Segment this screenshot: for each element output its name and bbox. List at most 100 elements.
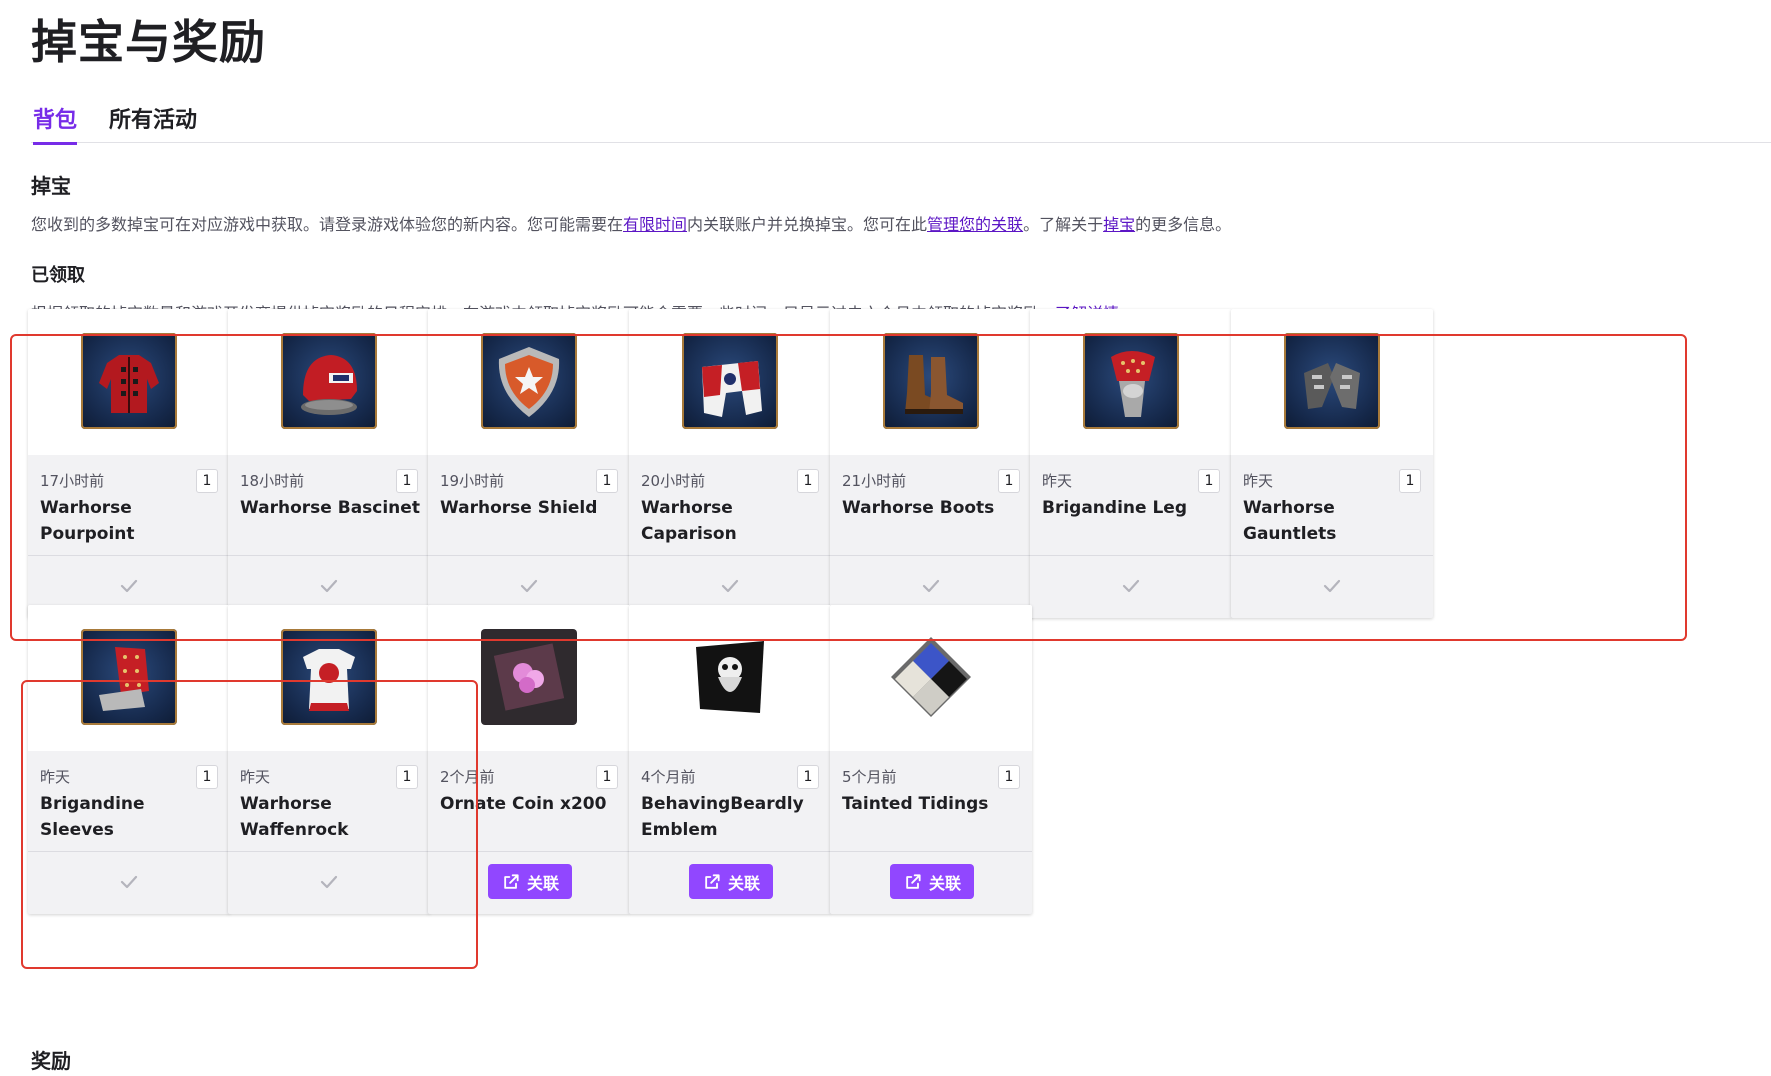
drop-name: Warhorse Bascinet [240, 498, 420, 518]
drop-name: Warhorse Waffenrock [240, 794, 349, 840]
connect-button[interactable]: 关联 [488, 864, 572, 899]
drop-card-footer [228, 851, 430, 914]
drops-description: 您收到的多数掉宝可在对应游戏中获取。请登录游戏体验您的新内容。您可能需要在有限时… [31, 215, 1232, 234]
drop-thumbnail [28, 605, 230, 751]
drop-thumbnail [830, 605, 1032, 751]
check-icon [922, 579, 940, 593]
drop-claimed-time: 4个月前 [641, 768, 696, 786]
drop-card: 昨天 1 Warhorse Waffenrock [228, 605, 430, 914]
rewards-section-title: 奖励 [31, 1049, 71, 1073]
bascinet-icon [281, 333, 377, 429]
brigandine-sleeves-icon [81, 629, 177, 725]
boots-icon [883, 333, 979, 429]
check-icon [520, 579, 538, 593]
drop-claimed-time: 18小时前 [240, 472, 305, 490]
drop-name: Brigandine Leg [1042, 498, 1187, 518]
drop-card: 19小时前 1 Warhorse Shield [428, 309, 630, 618]
check-icon [1323, 579, 1341, 593]
drop-card: 17小时前 1 Warhorse Pourpoint [28, 309, 230, 618]
drop-card: 5个月前 1 Tainted Tidings 关联 [830, 605, 1032, 914]
brigandine-leg-icon [1083, 333, 1179, 429]
drop-quantity-badge: 1 [396, 469, 418, 493]
check-icon [120, 875, 138, 889]
drop-claimed-time: 21小时前 [842, 472, 907, 490]
drop-thumbnail [830, 309, 1032, 455]
drop-thumbnail [629, 605, 831, 751]
drop-card-footer: 关联 [428, 851, 630, 914]
drop-name: Warhorse Shield [440, 498, 598, 518]
external-link-icon [906, 873, 921, 889]
drop-name: Ornate Coin x200 [440, 794, 607, 814]
connect-button-label: 关联 [727, 873, 760, 893]
check-icon [120, 579, 138, 593]
drop-quantity-badge: 1 [797, 765, 819, 789]
drop-quantity-badge: 1 [797, 469, 819, 493]
drop-claimed-time: 2个月前 [440, 768, 495, 786]
drop-card-footer: 关联 [629, 851, 831, 914]
ornate-coin-icon [481, 629, 577, 725]
drop-quantity-badge: 1 [998, 765, 1020, 789]
limited-time-link[interactable]: 有限时间 [623, 215, 687, 234]
drop-claimed-time: 17小时前 [40, 472, 105, 490]
drop-thumbnail [428, 605, 630, 751]
gauntlets-icon [1284, 333, 1380, 429]
drop-card: 20小时前 1 Warhorse Caparison [629, 309, 831, 618]
connect-button[interactable]: 关联 [890, 864, 974, 899]
external-link-icon [504, 873, 519, 889]
drop-claimed-time: 19小时前 [440, 472, 505, 490]
drop-thumbnail [28, 309, 230, 455]
drop-claimed-time: 昨天 [40, 768, 71, 786]
shield-icon [481, 333, 577, 429]
drop-claimed-time: 昨天 [1042, 472, 1073, 490]
drop-card: 昨天 1 Brigandine Sleeves [28, 605, 230, 914]
drop-card: 18小时前 1 Warhorse Bascinet [228, 309, 430, 618]
drop-card-footer: 关联 [830, 851, 1032, 914]
drop-card: 昨天 1 Brigandine Leg [1030, 309, 1232, 618]
drop-thumbnail [228, 605, 430, 751]
drop-thumbnail [629, 309, 831, 455]
drop-card-footer [28, 851, 230, 914]
drops-info-link[interactable]: 掉宝 [1103, 215, 1135, 234]
drop-thumbnail [228, 309, 430, 455]
drop-quantity-badge: 1 [596, 469, 618, 493]
drop-card: 4个月前 1 BehavingBeardly Emblem 关联 [629, 605, 831, 914]
pirate-flag-icon [682, 629, 778, 725]
drop-quantity-badge: 1 [998, 469, 1020, 493]
tab-inventory[interactable]: 背包 [33, 102, 78, 145]
drop-thumbnail [1030, 309, 1232, 455]
drop-card: 昨天 1 Warhorse Gauntlets [1231, 309, 1433, 618]
drop-quantity-badge: 1 [1198, 469, 1220, 493]
drop-name: BehavingBeardly Emblem [641, 794, 804, 840]
connect-button[interactable]: 关联 [689, 864, 773, 899]
page-title: 掉宝与奖励 [31, 15, 266, 69]
drop-quantity-badge: 1 [596, 765, 618, 789]
tab-bar: 背包 所有活动 [31, 100, 1771, 145]
drop-card: 2个月前 1 Ornate Coin x200 关联 [428, 605, 630, 914]
external-link-icon [705, 873, 720, 889]
drops-section-title: 掉宝 [31, 174, 71, 198]
drop-quantity-badge: 1 [1399, 469, 1421, 493]
drop-name: Brigandine Sleeves [40, 794, 145, 840]
drop-card: 21小时前 1 Warhorse Boots [830, 309, 1032, 618]
drop-claimed-time: 昨天 [1243, 472, 1274, 490]
check-icon [320, 875, 338, 889]
drop-name: Warhorse Caparison [641, 498, 737, 544]
drop-name: Tainted Tidings [842, 794, 989, 814]
tab-all-campaigns[interactable]: 所有活动 [109, 102, 197, 142]
drop-quantity-badge: 1 [196, 469, 218, 493]
manage-connections-link[interactable]: 管理您的关联 [927, 215, 1023, 234]
pourpoint-icon [81, 333, 177, 429]
check-icon [320, 579, 338, 593]
connect-button-label: 关联 [526, 873, 559, 893]
drop-thumbnail [1231, 309, 1433, 455]
drop-quantity-badge: 1 [196, 765, 218, 789]
drop-quantity-badge: 1 [396, 765, 418, 789]
drops-rewards-page: 掉宝与奖励 背包 所有活动 掉宝 您收到的多数掉宝可在对应游戏中获取。请登录游戏… [0, 0, 1771, 1076]
drop-claimed-time: 20小时前 [641, 472, 706, 490]
diamond-emblem-icon [883, 629, 979, 725]
drop-name: Warhorse Boots [842, 498, 995, 518]
waffenrock-icon [281, 629, 377, 725]
drop-card-footer [1231, 555, 1433, 618]
drop-card-footer [1030, 555, 1232, 618]
drop-claimed-time: 昨天 [240, 768, 271, 786]
